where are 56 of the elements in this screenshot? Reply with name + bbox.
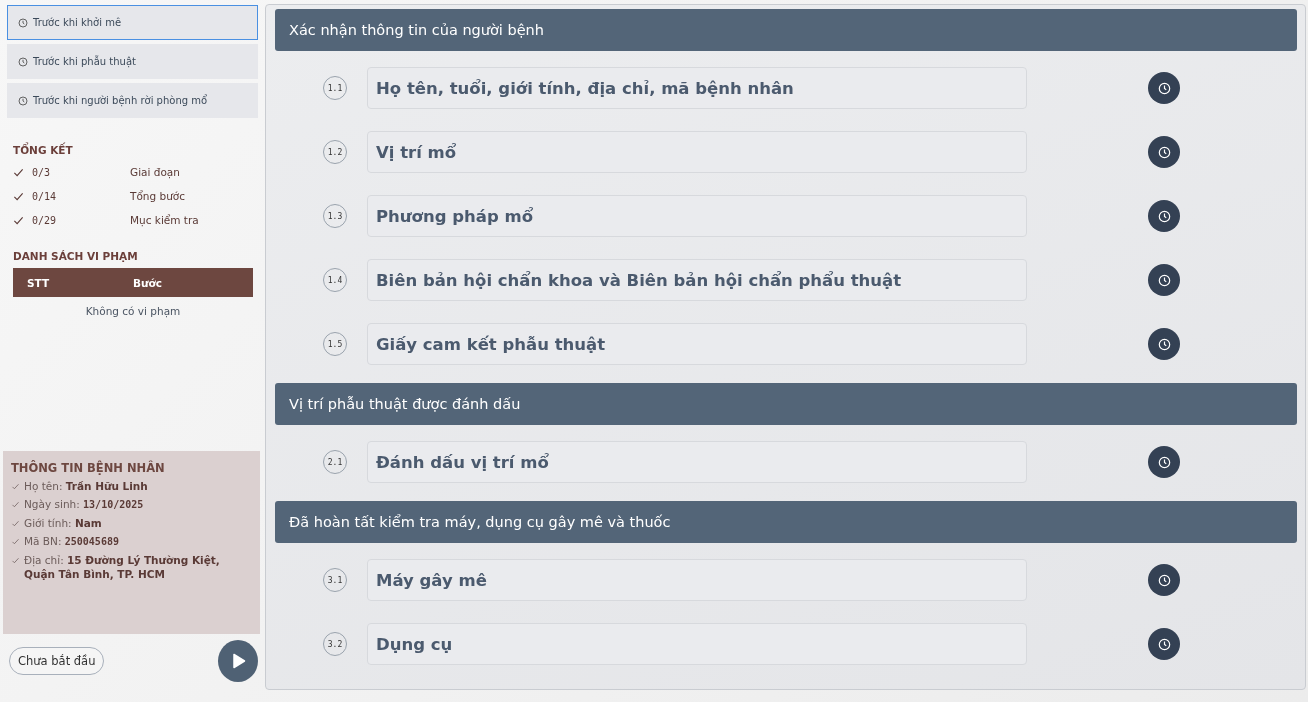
clock-button[interactable] — [1148, 328, 1180, 360]
step-label: Đánh dấu vị trí mổ — [367, 441, 1027, 483]
clock-icon — [1157, 145, 1171, 159]
clock-button[interactable] — [1148, 136, 1180, 168]
step-label: Biên bản hội chẩn khoa và Biên bản hội chẩn phẩu thuật — [367, 259, 1027, 301]
section-header: Đã hoàn tất kiểm tra máy, dụng cụ gây mê và thuốc — [275, 501, 1297, 543]
clock-button[interactable] — [1148, 200, 1180, 232]
clock-icon — [18, 56, 28, 67]
check-icon — [11, 556, 20, 565]
clock-button[interactable] — [1148, 564, 1180, 596]
empty-message: Không có vi phạm — [84, 304, 182, 317]
play-button[interactable] — [218, 640, 258, 682]
step-label: Vị trí mổ — [367, 131, 1027, 173]
patient-title: THÔNG TIN BỆNH NHÂN — [11, 461, 166, 475]
step-label: Dụng cụ — [367, 623, 1027, 665]
summary-count: 0/3 — [32, 166, 52, 178]
clock-icon — [1157, 455, 1171, 469]
clock-icon — [1157, 573, 1171, 587]
step-label: Họ tên, tuổi, giới tính, địa chỉ, mã bệnh nhân — [367, 67, 1027, 109]
clock-icon — [18, 17, 28, 28]
section-header: Vị trí phẫu thuật được đánh dấu — [275, 383, 1297, 425]
clock-icon — [1157, 81, 1171, 95]
summary-label: Tổng bước — [130, 190, 185, 202]
status-pill: Chưa bắt đầu — [9, 647, 105, 675]
stage-tab[interactable]: Trước khi phẫu thuật — [7, 44, 258, 79]
clock-button[interactable] — [1148, 446, 1180, 478]
clock-icon — [1157, 337, 1171, 351]
stage-tab[interactable]: Trước khi khởi mê — [7, 5, 258, 40]
column-header: Bước — [132, 276, 163, 289]
check-icon — [13, 190, 24, 202]
clock-icon — [1157, 637, 1171, 651]
step-label: Phương pháp mổ — [367, 195, 1027, 237]
patient-field: Địa chỉ: 15 Đường Lý Thường Kiệt, Quận Tân Bình, TP. HCM — [24, 553, 252, 581]
patient-field: Họ tên: Trần Hữu Linh — [24, 479, 148, 493]
summary-count: 0/14 — [32, 190, 58, 202]
patient-field: Ngày sinh: 13/10/2025 — [24, 497, 144, 512]
clock-button[interactable] — [1148, 628, 1180, 660]
section-header: Xác nhận thông tin của người bệnh — [275, 9, 1297, 51]
summary-label: Giai đoạn — [130, 166, 180, 178]
summary-title: TỔNG KẾT — [13, 144, 74, 156]
clock-icon — [1157, 209, 1171, 223]
check-icon — [13, 166, 24, 178]
clock-button[interactable] — [1148, 72, 1180, 104]
patient-field: Giới tính: Nam — [24, 516, 102, 530]
summary-count: 0/29 — [32, 214, 58, 226]
stage-tab[interactable]: Trước khi người bệnh rời phòng mổ — [7, 83, 258, 118]
step-label: Máy gây mê — [367, 559, 1027, 601]
clock-icon — [18, 95, 28, 106]
clock-button[interactable] — [1148, 264, 1180, 296]
summary-label: Mục kiểm tra — [130, 214, 199, 226]
clock-icon — [1157, 273, 1171, 287]
violations-title: DANH SÁCH VI PHẠM — [13, 250, 139, 262]
step-label: Giấy cam kết phẫu thuật — [367, 323, 1027, 365]
column-header: STT — [26, 276, 51, 289]
check-icon — [13, 214, 24, 226]
patient-field: Mã BN: 250045689 — [24, 534, 119, 549]
